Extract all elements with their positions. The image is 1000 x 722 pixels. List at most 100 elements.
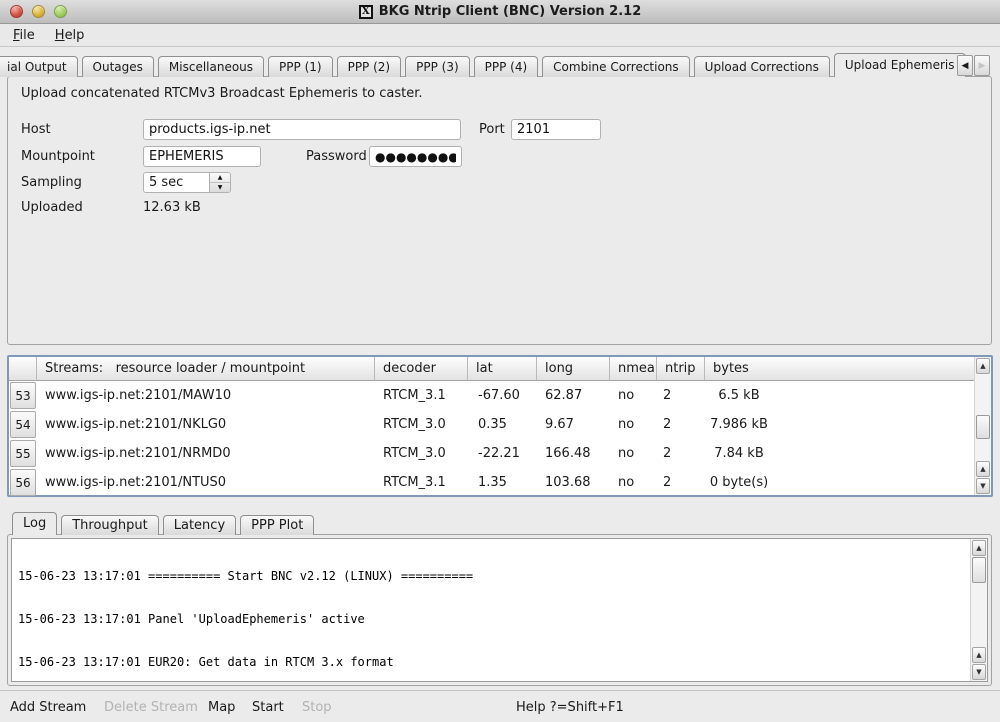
log-tab-bar: Log Throughput Latency PPP Plot [12,512,318,535]
scroll-up-icon[interactable]: ▲ [976,358,990,374]
tab-log[interactable]: Log [12,512,57,535]
cell-bytes: 6.5 kB [705,388,991,403]
tab-ppp-2[interactable]: PPP (2) [337,56,402,77]
cell-ntrip: 2 [657,446,705,461]
stop-button: Stop [302,699,332,717]
delete-stream-button: Delete Stream [104,699,198,717]
scroll-up-icon[interactable]: ▲ [976,461,990,477]
row-number[interactable]: 53 [9,381,37,410]
cell-long: 103.68 [537,475,610,490]
cell-nmea: no [610,417,657,432]
header-long[interactable]: long [537,357,610,381]
scrollbar-thumb[interactable] [976,415,990,439]
cell-decoder: RTCM_3.1 [375,388,468,403]
help-shortcut-label: Help ?=Shift+F1 [516,699,624,717]
cell-ntrip: 2 [657,417,705,432]
tab-latency[interactable]: Latency [163,515,236,535]
port-input[interactable] [511,119,601,140]
log-line: 15-06-23 13:17:01 EUR20: Get data in RTC… [18,655,967,669]
map-button[interactable]: Map [208,699,235,717]
mountpoint-label: Mountpoint [21,147,95,167]
tab-miscellaneous[interactable]: Miscellaneous [158,56,264,77]
add-stream-button[interactable]: Add Stream [10,699,86,717]
tab-ppp-plot[interactable]: PPP Plot [240,515,314,535]
table-row[interactable]: 53 www.igs-ip.net:2101/MAW10 RTCM_3.1 -6… [9,381,991,410]
tab-upload-corrections[interactable]: Upload Corrections [694,56,830,77]
tab-scroll-buttons: ◀ ▶ [956,55,990,76]
menu-file[interactable]: File [10,26,38,45]
header-mountpoint[interactable]: Streams: resource loader / mountpoint [37,357,375,381]
spin-up-icon[interactable]: ▲ [210,173,230,183]
panel-description: Upload concatenated RTCMv3 Broadcast Eph… [21,86,423,101]
table-row[interactable]: 54 www.igs-ip.net:2101/NKLG0 RTCM_3.0 0.… [9,410,991,439]
header-bytes[interactable]: bytes [705,357,974,381]
cell-mountpoint: www.igs-ip.net:2101/MAW10 [37,388,375,403]
header-decoder[interactable]: decoder [375,357,468,381]
row-number[interactable]: 55 [9,439,37,468]
table-row[interactable]: 55 www.igs-ip.net:2101/NRMD0 RTCM_3.0 -2… [9,439,991,468]
table-corner-button[interactable] [9,357,37,381]
cell-nmea: no [610,388,657,403]
menu-help[interactable]: Help [52,26,88,45]
cell-decoder: RTCM_3.1 [375,475,468,490]
tab-combine-corrections[interactable]: Combine Corrections [542,56,690,77]
window-title: BKG Ntrip Client (BNC) Version 2.12 [379,4,642,19]
minimize-button[interactable] [32,5,45,18]
zoom-button[interactable] [54,5,67,18]
log-text: 15-06-23 13:17:01 ========== Start BNC v… [18,541,967,679]
streams-scrollbar[interactable]: ▲ ▲ ▼ [974,357,991,495]
cell-bytes: 7.986 kB [705,417,991,432]
scrollbar-thumb[interactable] [972,557,986,583]
scroll-up-icon[interactable]: ▲ [972,540,986,556]
cell-lat: 0.35 [468,417,537,432]
menu-bar: File Help [0,24,1000,47]
log-line: 15-06-23 13:17:01 Panel 'UploadEphemeris… [18,612,967,626]
row-number[interactable]: 54 [9,410,37,439]
tab-ppp-3[interactable]: PPP (3) [405,56,470,77]
scroll-up-icon[interactable]: ▲ [972,647,986,663]
header-nmea[interactable]: nmea [610,357,657,381]
title-bar: X BKG Ntrip Client (BNC) Version 2.12 [0,0,1000,24]
close-button[interactable] [10,5,23,18]
host-label: Host [21,120,51,140]
cell-long: 62.87 [537,388,610,403]
upload-ephemeris-panel: Upload concatenated RTCMv3 Broadcast Eph… [7,76,992,345]
tab-ppp-4[interactable]: PPP (4) [474,56,539,77]
tab-scroll-left-icon[interactable]: ◀ [957,55,973,76]
mountpoint-input[interactable] [143,146,261,167]
sampling-value: 5 sec [144,173,209,192]
tab-scroll-right-icon: ▶ [974,55,990,76]
cell-lat: -22.21 [468,446,537,461]
port-label: Port [479,120,505,140]
tab-throughput[interactable]: Throughput [61,515,159,535]
table-row[interactable]: 56 www.igs-ip.net:2101/NTUS0 RTCM_3.1 1.… [9,468,991,497]
cell-nmea: no [610,446,657,461]
cell-decoder: RTCM_3.0 [375,417,468,432]
row-number[interactable]: 56 [9,468,37,497]
log-textedit[interactable]: 15-06-23 13:17:01 ========== Start BNC v… [11,538,988,682]
tab-serial-output[interactable]: ial Output [0,56,78,77]
tab-outages[interactable]: Outages [82,56,154,77]
header-ntrip[interactable]: ntrip [657,357,705,381]
spin-down-icon[interactable]: ▼ [210,183,230,192]
cell-mountpoint: www.igs-ip.net:2101/NKLG0 [37,417,375,432]
tab-upload-ephemeris[interactable]: Upload Ephemeris [834,53,966,77]
sampling-spinbox[interactable]: 5 sec ▲ ▼ [143,172,231,193]
password-label: Password [306,147,367,167]
window-controls [10,5,67,18]
streams-table-header: Streams: resource loader / mountpoint de… [9,357,991,381]
uploaded-label: Uploaded [21,198,83,218]
cell-lat: 1.35 [468,475,537,490]
start-button[interactable]: Start [252,699,284,717]
log-panel: 15-06-23 13:17:01 ========== Start BNC v… [7,534,992,686]
scroll-down-icon[interactable]: ▼ [976,478,990,494]
tab-ppp-1[interactable]: PPP (1) [268,56,333,77]
header-lat[interactable]: lat [468,357,537,381]
cell-decoder: RTCM_3.0 [375,446,468,461]
host-input[interactable] [143,119,461,140]
log-scrollbar[interactable]: ▲ ▲ ▼ [970,539,987,681]
log-line: 15-06-23 13:17:01 ========== Start BNC v… [18,569,967,583]
cell-mountpoint: www.igs-ip.net:2101/NRMD0 [37,446,375,461]
password-input[interactable] [369,146,462,167]
scroll-down-icon[interactable]: ▼ [972,664,986,680]
